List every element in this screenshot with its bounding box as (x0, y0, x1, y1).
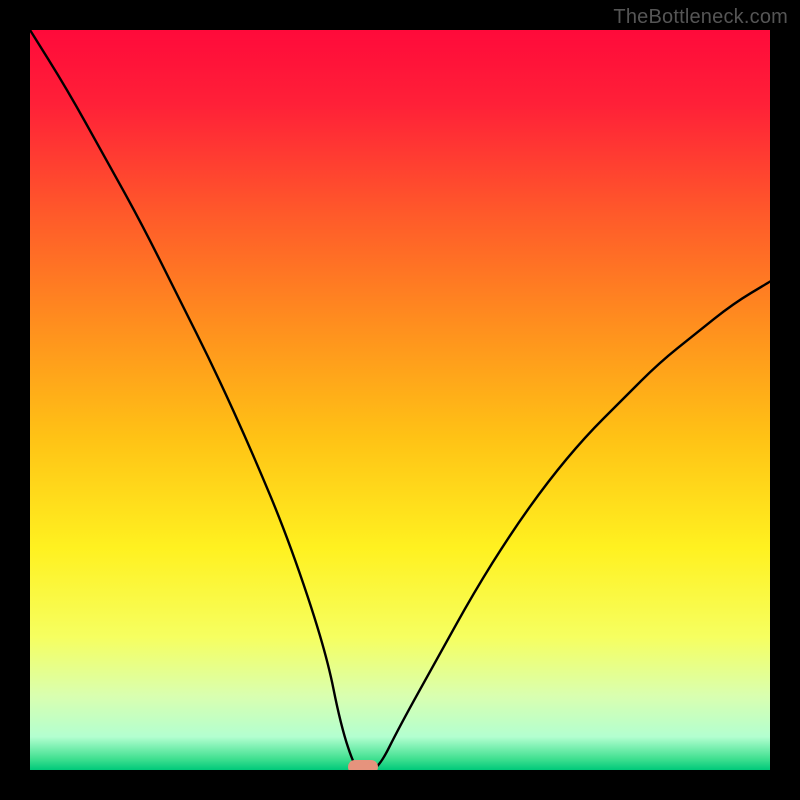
gradient-background (30, 30, 770, 770)
bottleneck-chart-svg (30, 30, 770, 770)
plot-area (30, 30, 770, 770)
optimal-marker (348, 760, 378, 770)
chart-frame: TheBottleneck.com (0, 0, 800, 800)
watermark-text: TheBottleneck.com (613, 6, 788, 29)
